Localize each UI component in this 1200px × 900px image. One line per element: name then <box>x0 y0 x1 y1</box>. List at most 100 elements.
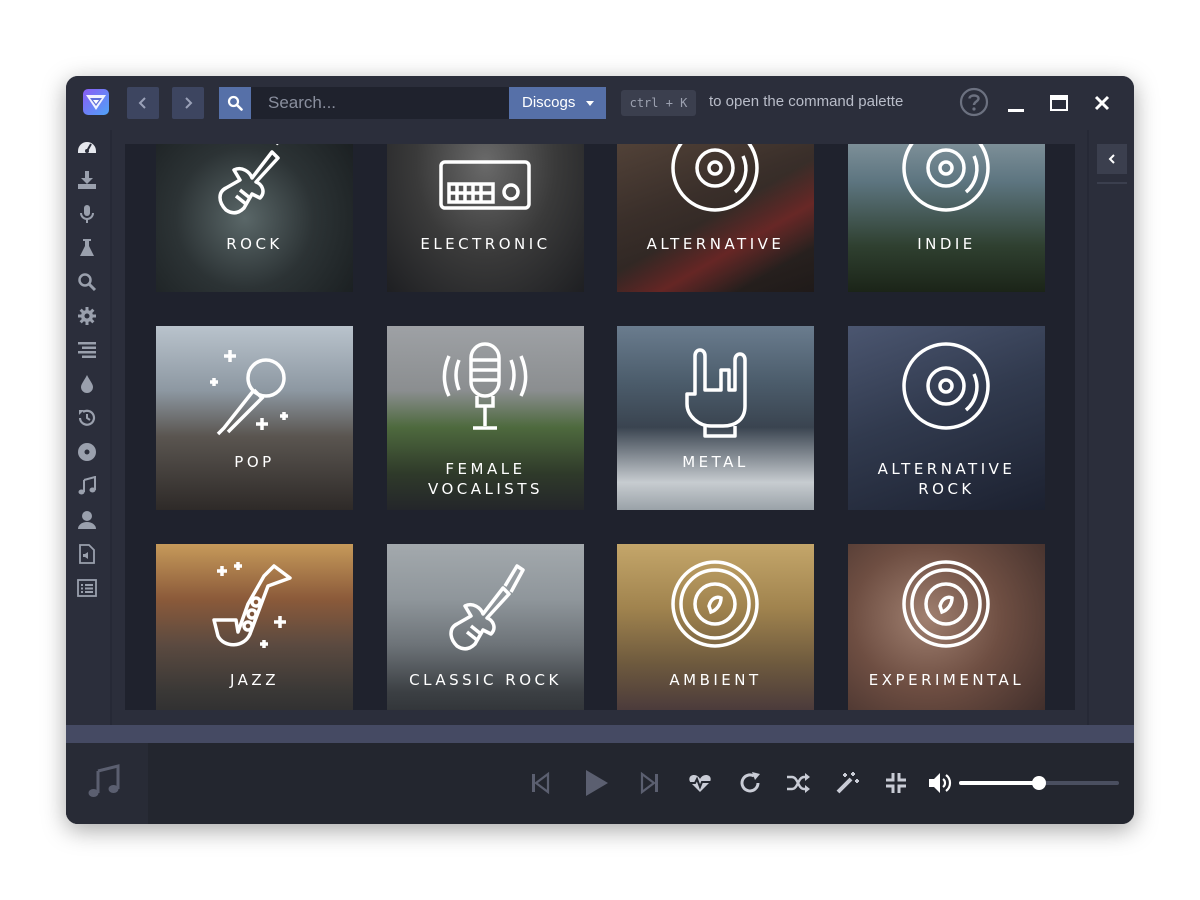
electric-guitar-icon <box>218 144 280 215</box>
genre-tile-jazz[interactable]: JAZZ <box>156 544 353 710</box>
repeat-button[interactable] <box>734 767 766 799</box>
close-icon <box>1094 95 1110 111</box>
genre-tile-ambient[interactable]: AMBIENT <box>617 544 814 710</box>
sidebar-item-playlists[interactable] <box>77 475 99 498</box>
sidebar-item-library[interactable] <box>77 442 99 464</box>
skip-forward-icon <box>640 771 658 795</box>
sidebar-item-settings[interactable] <box>77 306 99 328</box>
sidebar-item-downloads[interactable] <box>77 170 99 192</box>
genre-tile-alternative-rock[interactable]: ALTERNATIVE ROCK <box>848 326 1045 510</box>
disc-icon <box>78 443 96 461</box>
user-icon <box>78 511 96 529</box>
caret-down-icon <box>586 101 594 106</box>
autoradio-button[interactable] <box>831 767 863 799</box>
sidebar-item-equalizer[interactable] <box>77 340 99 362</box>
genre-label: ELECTRONIC <box>420 235 551 253</box>
app-window: Discogs ctrl + K to open the command pal… <box>66 76 1134 824</box>
sidebar-item-user[interactable] <box>77 510 99 532</box>
gear-icon <box>78 307 96 325</box>
play-button[interactable] <box>576 763 616 803</box>
right-panel-divider-line <box>1097 182 1127 184</box>
genre-tile-experimental[interactable]: EXPERIMENTAL <box>848 544 1045 710</box>
genre-tile-rock[interactable]: ROCK <box>156 144 353 292</box>
genre-label: ROCK <box>226 235 283 253</box>
search-button[interactable] <box>219 87 251 119</box>
search-input[interactable] <box>251 87 509 119</box>
skip-back-icon <box>532 771 550 795</box>
sidebar-item-visualizer[interactable] <box>77 374 99 396</box>
previous-button[interactable] <box>524 767 556 799</box>
history-icon <box>78 409 96 426</box>
sidebar <box>66 130 110 725</box>
minimize-button[interactable] <box>1004 91 1028 115</box>
sidebar-item-history[interactable] <box>77 408 99 430</box>
genre-tile-metal[interactable]: METAL <box>617 326 814 510</box>
sidebar-item-dashboard[interactable] <box>77 136 99 158</box>
compress-icon <box>886 773 906 793</box>
sidebar-item-lyrics[interactable] <box>77 204 99 226</box>
dashboard-icon <box>78 142 96 153</box>
vinyl-record-icon <box>671 144 759 212</box>
close-button[interactable] <box>1090 91 1114 115</box>
right-panel <box>1089 130 1134 725</box>
maximize-button[interactable] <box>1047 91 1071 115</box>
genre-label: POP <box>234 453 275 471</box>
play-icon <box>586 770 608 796</box>
volume-button[interactable] <box>924 767 956 799</box>
music-icon <box>78 475 96 495</box>
volume-slider-fill <box>959 781 1039 785</box>
genre-label: AMBIENT <box>669 671 762 689</box>
search-source-dropdown[interactable]: Discogs <box>509 87 606 119</box>
volume-slider-knob[interactable] <box>1032 776 1046 790</box>
command-palette-shortcut: ctrl + K <box>621 90 696 116</box>
favorite-button[interactable] <box>684 767 716 799</box>
vinyl-record-icon <box>902 342 990 430</box>
genre-label: FEMALE <box>445 460 526 478</box>
genre-label: INDIE <box>917 235 976 253</box>
search-icon <box>78 273 97 292</box>
genre-label: METAL <box>682 453 749 471</box>
shuffle-icon <box>787 773 810 793</box>
microphone-sparkle-icon <box>210 350 288 436</box>
genre-label: EXPERIMENTAL <box>868 671 1025 689</box>
genre-tile-electronic[interactable]: ELECTRONIC <box>387 144 584 292</box>
forward-button[interactable] <box>172 87 204 119</box>
saxophone-icon <box>212 562 292 648</box>
right-panel-toggle-button[interactable] <box>1097 144 1127 174</box>
genre-tile-female-vocalists[interactable]: FEMALE VOCALISTS <box>387 326 584 510</box>
help-button[interactable] <box>959 87 989 117</box>
align-right-icon <box>78 342 96 358</box>
genre-label: ALTERNATIVE <box>646 235 785 253</box>
seek-bar[interactable] <box>66 725 1134 743</box>
flask-icon <box>80 239 94 256</box>
vinyl-record-icon <box>902 144 990 212</box>
volume-slider[interactable] <box>959 776 1119 790</box>
volume-icon <box>929 773 952 793</box>
search-source-label: Discogs <box>522 94 576 111</box>
maximize-icon <box>1050 95 1068 111</box>
search-icon <box>227 95 243 111</box>
help-circle-icon <box>959 87 989 117</box>
chevron-left-icon <box>138 97 146 109</box>
player-bar <box>66 743 1134 824</box>
sidebar-item-plugins[interactable] <box>77 238 99 260</box>
shuffle-button[interactable] <box>782 767 814 799</box>
genre-tile-alternative[interactable]: ALTERNATIVE <box>617 144 814 292</box>
next-button[interactable] <box>634 767 666 799</box>
genre-label: ALTERNATIVE <box>877 460 1016 478</box>
audio-file-icon <box>79 544 95 564</box>
genre-tile-indie[interactable]: INDIE <box>848 144 1045 292</box>
track-cover <box>66 743 148 824</box>
genre-label: ROCK <box>918 480 975 498</box>
genre-tile-pop[interactable]: POP <box>156 326 353 510</box>
synthesizer-icon <box>439 160 531 210</box>
mini-player-button[interactable] <box>880 767 912 799</box>
microphone-icon <box>80 205 94 223</box>
back-button[interactable] <box>127 87 159 119</box>
music-note-icon <box>88 764 120 797</box>
sidebar-item-search-results[interactable] <box>77 272 99 294</box>
genre-tile-classic-rock[interactable]: CLASSIC ROCK <box>387 544 584 710</box>
sidebar-item-queue[interactable] <box>77 578 99 600</box>
sidebar-item-local-files[interactable] <box>77 544 99 566</box>
genre-label: JAZZ <box>230 671 279 689</box>
